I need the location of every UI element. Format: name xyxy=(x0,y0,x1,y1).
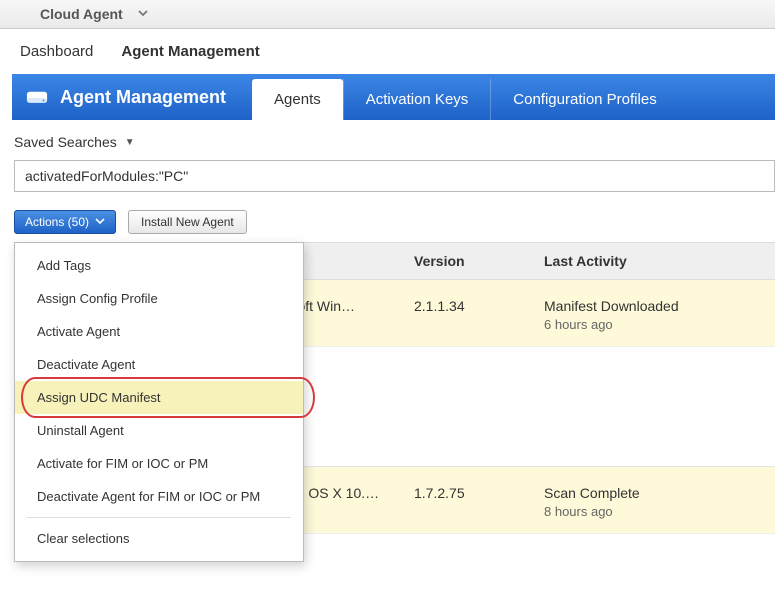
menu-item-uninstall-agent[interactable]: Uninstall Agent xyxy=(15,414,303,447)
menu-item-assign-config-profile[interactable]: Assign Config Profile xyxy=(15,282,303,315)
actions-row: Actions (50) Install New Agent xyxy=(0,210,775,242)
panel-tab-config-profiles[interactable]: Configuration Profiles xyxy=(490,79,678,120)
saved-searches-dropdown[interactable]: Saved Searches ▼ xyxy=(0,120,775,160)
actions-dropdown: Add Tags Assign Config Profile Activate … xyxy=(14,242,304,562)
activity-subtext: 8 hours ago xyxy=(544,504,775,519)
activity-text: Manifest Downloaded xyxy=(544,298,775,314)
panel-title: Agent Management xyxy=(12,74,246,120)
panel-tab-activation-keys[interactable]: Activation Keys xyxy=(343,79,491,120)
activity-text: Scan Complete xyxy=(544,485,775,501)
main-tabstrip: Dashboard Agent Management xyxy=(0,29,775,74)
caret-down-icon: ▼ xyxy=(125,137,135,148)
activity-subtext: 6 hours ago xyxy=(544,317,775,332)
panel-title-text: Agent Management xyxy=(60,87,226,108)
panel-tabs: Agents Activation Keys Configuration Pro… xyxy=(252,74,679,120)
app-topbar: Cloud Agent xyxy=(0,0,775,29)
menu-divider xyxy=(27,517,291,518)
menu-item-deactivate-agent[interactable]: Deactivate Agent xyxy=(15,348,303,381)
chevron-down-icon[interactable] xyxy=(137,7,149,22)
install-new-agent-button[interactable]: Install New Agent xyxy=(128,210,247,234)
tab-agent-management[interactable]: Agent Management xyxy=(121,43,259,60)
menu-item-activate-fim-ioc-pm[interactable]: Activate for FIM or IOC or PM xyxy=(15,447,303,480)
panel-tab-agents[interactable]: Agents xyxy=(252,79,343,120)
actions-button[interactable]: Actions (50) xyxy=(14,210,116,234)
saved-searches-label: Saved Searches xyxy=(14,134,117,150)
menu-item-deactivate-fim-ioc-pm[interactable]: Deactivate Agent for FIM or IOC or PM xyxy=(15,480,303,513)
search-input[interactable] xyxy=(14,160,775,192)
tab-dashboard[interactable]: Dashboard xyxy=(20,43,93,60)
panel-header: Agent Management Agents Activation Keys … xyxy=(12,74,775,120)
version-cell: 1.7.2.75 xyxy=(414,485,544,501)
chevron-down-icon xyxy=(95,215,105,229)
version-cell: 2.1.1.34 xyxy=(414,298,544,314)
app-switcher[interactable]: Cloud Agent xyxy=(40,6,123,22)
menu-item-activate-agent[interactable]: Activate Agent xyxy=(15,315,303,348)
menu-item-clear-selections[interactable]: Clear selections xyxy=(15,522,303,555)
menu-item-add-tags[interactable]: Add Tags xyxy=(15,249,303,282)
menu-item-assign-udc-manifest[interactable]: Assign UDC Manifest xyxy=(15,381,303,414)
disk-icon xyxy=(26,89,48,105)
column-last-activity[interactable]: Last Activity xyxy=(544,253,775,269)
actions-button-label: Actions (50) xyxy=(25,215,89,229)
column-version[interactable]: Version xyxy=(414,253,544,269)
